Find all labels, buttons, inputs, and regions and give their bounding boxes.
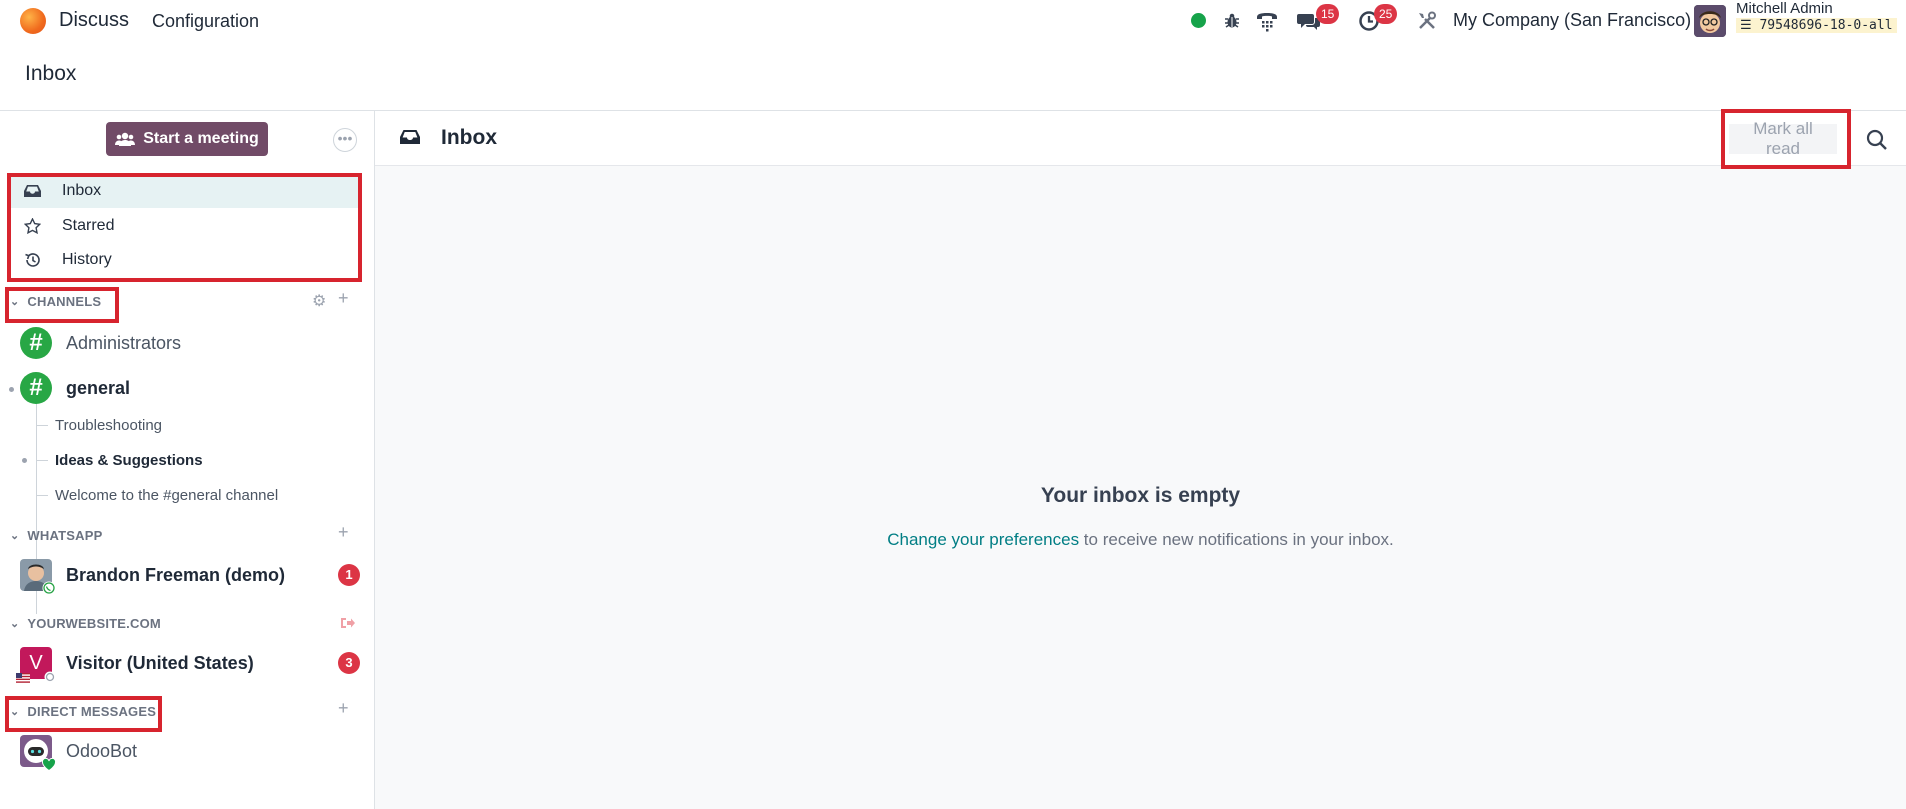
online-heart-icon bbox=[42, 758, 56, 771]
avatar bbox=[20, 735, 56, 771]
whatsapp-icon bbox=[42, 581, 56, 595]
mailbox-label: Inbox bbox=[62, 182, 102, 199]
inbox-icon bbox=[22, 184, 42, 198]
inbox-icon bbox=[400, 129, 420, 150]
sub-thread-welcome[interactable]: Welcome to the #general channel bbox=[55, 483, 278, 507]
mailbox-inbox[interactable]: Inbox bbox=[11, 174, 360, 208]
top-navbar: Discuss Configuration 15 25 My Company (… bbox=[0, 0, 1906, 42]
avatar bbox=[20, 559, 56, 595]
messages-badge: 15 bbox=[1316, 4, 1340, 24]
avatar-initial: V bbox=[29, 651, 43, 674]
sub-thread-name: Welcome to the #general channel bbox=[55, 486, 279, 504]
mailbox-label: History bbox=[62, 251, 112, 268]
sub-thread-name: Troubleshooting bbox=[55, 416, 163, 434]
empty-state-text: Change your preferences to receive new n… bbox=[375, 530, 1906, 550]
category-direct-messages[interactable]: ⌄ DIRECT MESSAGES bbox=[10, 701, 156, 721]
phone-icon[interactable] bbox=[1254, 8, 1280, 34]
hash-icon: # bbox=[20, 327, 52, 359]
gear-icon[interactable]: ⚙ bbox=[312, 291, 326, 311]
add-direct-message-button[interactable]: + bbox=[338, 698, 349, 719]
thread-header: Inbox Mark all read bbox=[375, 109, 1906, 169]
category-label: WHATSAPP bbox=[27, 527, 103, 543]
chevron-down-icon: ⌄ bbox=[10, 617, 20, 630]
user-name[interactable]: Mitchell Admin bbox=[1736, 0, 1833, 17]
category-channels[interactable]: ⌄ CHANNELS bbox=[10, 291, 101, 311]
thread-tree-branch bbox=[36, 460, 48, 461]
start-meeting-label: Start a meeting bbox=[143, 130, 259, 147]
chevron-down-icon: ⌄ bbox=[10, 705, 20, 718]
discuss-sidebar: Start a meeting ••• Inbox Starred Histor… bbox=[0, 111, 375, 809]
mailbox-starred[interactable]: Starred bbox=[11, 209, 360, 243]
page-title: Inbox bbox=[25, 62, 77, 85]
sub-thread-troubleshooting[interactable]: Troubleshooting bbox=[55, 413, 162, 437]
chat-odoobot[interactable]: OdooBot bbox=[20, 735, 138, 771]
start-meeting-button[interactable]: Start a meeting bbox=[106, 122, 268, 156]
category-label: YOURWEBSITE.COM bbox=[27, 615, 161, 631]
us-flag-icon bbox=[16, 673, 30, 683]
app-name[interactable]: Discuss bbox=[59, 9, 129, 32]
search-icon[interactable] bbox=[1862, 125, 1892, 155]
discuss-logo-icon[interactable] bbox=[20, 8, 46, 34]
status-online-icon bbox=[1191, 13, 1206, 28]
user-avatar[interactable] bbox=[1694, 5, 1726, 37]
database-tag: ☰ 79548696-18-0-all bbox=[1736, 18, 1897, 33]
chat-visitor[interactable]: V Visitor (United States) bbox=[16, 647, 254, 683]
category-label: DIRECT MESSAGES bbox=[27, 703, 157, 719]
mailbox-history[interactable]: History bbox=[11, 243, 360, 277]
chevron-down-icon: ⌄ bbox=[10, 529, 20, 542]
avatar: V bbox=[16, 647, 56, 683]
category-whatsapp[interactable]: ⌄ WHATSAPP bbox=[10, 525, 102, 545]
unread-dot bbox=[9, 387, 14, 392]
users-icon bbox=[115, 132, 136, 146]
category-website[interactable]: ⌄ YOURWEBSITE.COM bbox=[10, 613, 161, 633]
channel-name: Administrators bbox=[66, 332, 182, 353]
mark-all-read-button[interactable]: Mark all read bbox=[1729, 119, 1837, 158]
add-whatsapp-button[interactable]: + bbox=[338, 522, 349, 543]
more-options-button[interactable]: ••• bbox=[333, 128, 357, 152]
tools-icon[interactable] bbox=[1414, 8, 1440, 34]
database-name: 79548696-18-0-all bbox=[1759, 18, 1893, 33]
channel-general[interactable]: # general bbox=[20, 372, 130, 404]
star-icon bbox=[22, 218, 42, 234]
empty-state-title: Your inbox is empty bbox=[1040, 484, 1241, 507]
thread-tree-branch bbox=[36, 425, 48, 426]
company-switcher[interactable]: My Company (San Francisco) bbox=[1453, 10, 1691, 31]
unread-counter: 3 bbox=[338, 652, 360, 674]
unread-dot bbox=[22, 458, 27, 463]
leave-icon[interactable] bbox=[340, 614, 356, 635]
bug-icon[interactable] bbox=[1219, 8, 1245, 34]
activities-badge: 25 bbox=[1374, 4, 1398, 24]
mailbox-label: Starred bbox=[62, 217, 115, 234]
offline-status-icon bbox=[44, 671, 56, 683]
menu-configuration[interactable]: Configuration bbox=[152, 11, 259, 32]
chat-name: Visitor (United States) bbox=[66, 652, 254, 673]
category-label: CHANNELS bbox=[27, 293, 102, 309]
unread-counter: 1 bbox=[338, 564, 360, 586]
channel-administrators[interactable]: # Administrators bbox=[20, 327, 181, 359]
change-preferences-link[interactable]: Change your preferences bbox=[887, 530, 1079, 549]
chat-name: OdooBot bbox=[66, 740, 138, 761]
empty-state-rest: to receive new notifications in your inb… bbox=[1079, 530, 1394, 549]
sub-thread-ideas[interactable]: Ideas & Suggestions bbox=[55, 448, 203, 472]
thread-panel: Inbox Mark all read Your inbox is empty … bbox=[375, 109, 1906, 809]
sub-thread-name: Ideas & Suggestions bbox=[55, 451, 203, 469]
chat-brandon-freeman[interactable]: Brandon Freeman (demo) bbox=[20, 559, 286, 595]
add-channel-button[interactable]: + bbox=[338, 288, 349, 309]
history-icon bbox=[22, 252, 42, 268]
thread-tree-branch bbox=[36, 495, 48, 496]
channel-name: general bbox=[66, 377, 131, 398]
database-icon: ☰ bbox=[1740, 18, 1752, 33]
hash-icon: # bbox=[20, 372, 52, 404]
thread-title: Inbox bbox=[441, 126, 497, 149]
chevron-down-icon: ⌄ bbox=[10, 295, 20, 308]
chat-name: Brandon Freeman (demo) bbox=[66, 564, 286, 585]
